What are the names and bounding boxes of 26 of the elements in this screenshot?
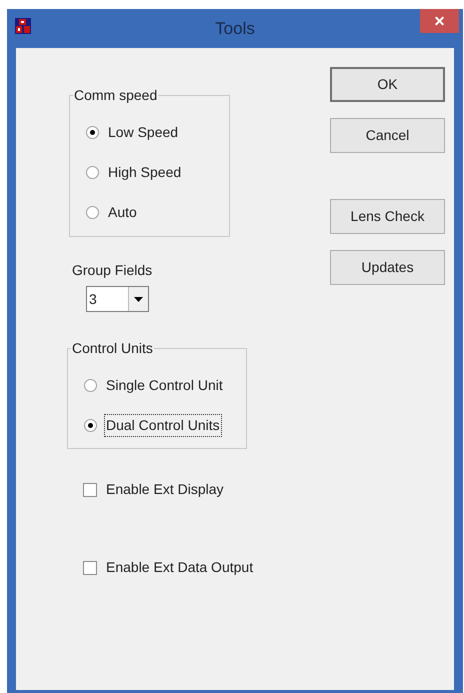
group-fields-dropdown[interactable]: 3: [86, 286, 149, 312]
radio-button[interactable]: [86, 206, 99, 218]
radio-button[interactable]: [86, 126, 99, 138]
group-title: Control Units: [71, 340, 154, 356]
group-fields-label: Group Fields: [72, 261, 154, 279]
radio-label: Auto: [107, 202, 138, 222]
close-button[interactable]: ×: [420, 9, 459, 33]
checkbox-label: Enable Ext Display: [106, 480, 224, 499]
app-icon: [15, 18, 31, 34]
checkbox[interactable]: [83, 560, 97, 574]
window-title: Tools: [215, 18, 255, 40]
radio-label: Dual Control Units: [105, 414, 221, 436]
checkbox-label: Enable Ext Data Output: [106, 558, 254, 577]
dialog-button[interactable]: Cancel: [330, 118, 445, 153]
radio-label: Low Speed: [107, 122, 180, 142]
dialog-button[interactable]: Updates: [330, 250, 445, 285]
radio-button[interactable]: [84, 378, 97, 392]
radio-label: Single Control Unit: [105, 376, 224, 395]
dialog-button[interactable]: Lens Check: [330, 199, 445, 234]
checkbox[interactable]: [83, 482, 97, 496]
radio-label: High Speed: [107, 162, 182, 182]
dialog-button[interactable]: OK: [330, 67, 445, 102]
group-title: Comm speed: [73, 87, 158, 103]
radio-button[interactable]: [86, 166, 99, 178]
caret-icon: [134, 296, 143, 302]
radio-button[interactable]: [84, 418, 97, 432]
